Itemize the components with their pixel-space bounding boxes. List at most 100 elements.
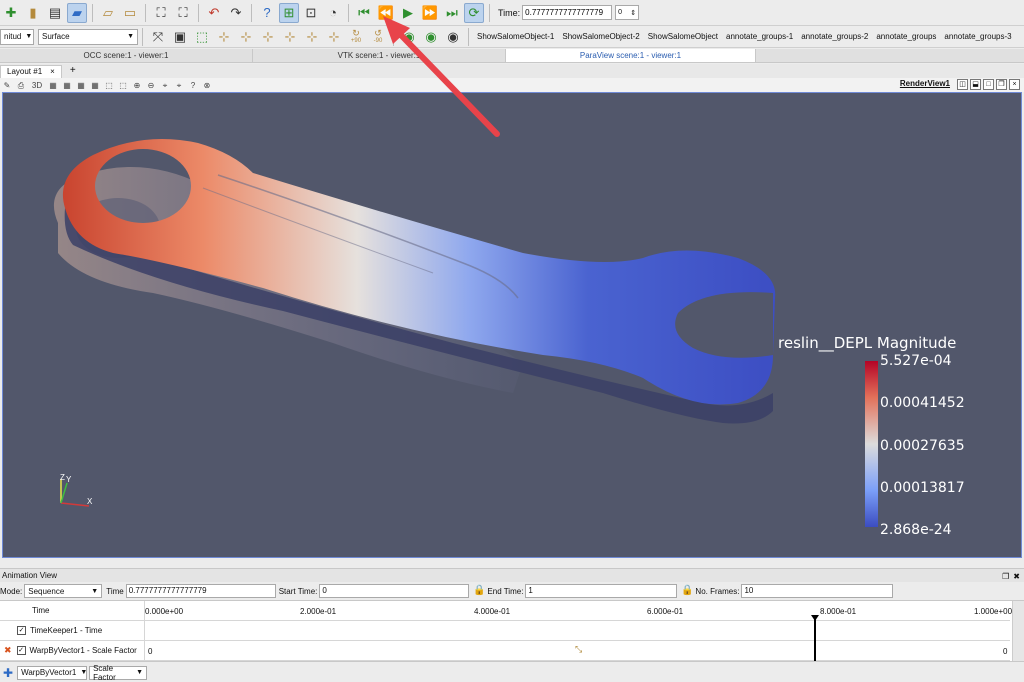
representation-select[interactable]: Surface ▼ [38, 28, 138, 45]
colorbar[interactable] [865, 361, 878, 527]
save-icon[interactable]: ▤ [45, 3, 65, 23]
select-points-icon[interactable]: ▦ [61, 80, 73, 91]
track-source-select[interactable]: WarpByVector1 ▼ [17, 665, 87, 680]
toggle-3d-button[interactable]: 3D [29, 80, 45, 91]
track-row-timekeeper[interactable]: ✓ TimeKeeper1 - Time [0, 621, 1010, 641]
render-viewport[interactable]: reslin__DEPL Magnitude 5.527e-04 0.00041… [2, 92, 1022, 558]
track-row-warp[interactable]: ✖ ✓ WarpByVector1 - Scale Factor 0 ⤡ 0 [0, 641, 1010, 661]
view-plus-z-icon[interactable]: ⊹ [302, 27, 322, 47]
zoom-to-data-icon[interactable]: ▣ [170, 27, 190, 47]
zoom-box-icon[interactable]: ⬚ [192, 27, 212, 47]
track-property-select[interactable]: Scale Factor ▼ [89, 664, 148, 682]
connect-icon[interactable]: ⛶ [151, 3, 171, 23]
new-icon[interactable]: ✚ [1, 3, 21, 23]
track-scrollbar[interactable] [1012, 601, 1024, 661]
chevron-down-icon: ▼ [136, 669, 144, 676]
macro-show-salome-object-1[interactable]: ShowSalomeObject-1 [477, 32, 554, 41]
open-study-icon[interactable]: ▮ [23, 3, 43, 23]
grow-selection-icon[interactable]: ⊕ [131, 80, 143, 91]
hover-cells-icon[interactable]: ⌖ [173, 80, 185, 91]
view-plus-x-icon[interactable]: ⊹ [214, 27, 234, 47]
reset-camera-icon[interactable]: ⤧ [148, 27, 168, 47]
clear-selection-icon[interactable]: ⊗ [201, 80, 213, 91]
rotate-plus-90-icon[interactable]: ↻ +90 [346, 27, 366, 47]
help-icon[interactable]: ? [257, 3, 277, 23]
toolbar-separator [468, 27, 469, 46]
macro-annotate-groups-3[interactable]: annotate_groups-3 [944, 32, 1011, 41]
anim-time-field[interactable]: 0.7777777777777779 [125, 584, 276, 598]
macro-annotate-groups-2[interactable]: annotate_groups-2 [801, 32, 868, 41]
render-view-name[interactable]: RenderView1 [900, 79, 950, 88]
macro-show-salome-object-2[interactable]: ShowSalomeObject-2 [562, 32, 639, 41]
undo-icon[interactable]: ↶ [204, 3, 224, 23]
polygon-select-icon[interactable]: ⬚ [117, 80, 129, 91]
paraview-module-icon[interactable]: ▰ [67, 2, 87, 23]
current-time-cursor[interactable] [814, 617, 817, 661]
rotate-minus-90-icon[interactable]: ↺ -90 [368, 27, 388, 47]
help-icon[interactable]: ? [187, 80, 199, 91]
macro-show-salome-object[interactable]: ShowSalomeObject [648, 32, 718, 41]
open-file-icon[interactable]: ▱ [98, 3, 118, 23]
lock-end-icon[interactable]: 🔒 [681, 585, 693, 597]
first-frame-icon[interactable]: ⏮ [354, 3, 374, 23]
tab-layout-1[interactable]: Layout #1 × [0, 65, 62, 78]
select-frustum-icon[interactable]: ▦ [75, 80, 87, 91]
start-time-field[interactable]: 0 [319, 584, 470, 598]
restore-icon[interactable]: ❐ [996, 79, 1007, 90]
macro-annotate-groups-1[interactable]: annotate_groups-1 [726, 32, 793, 41]
loop-icon[interactable]: ⟳ [464, 2, 484, 23]
add-track-bar: ✚ WarpByVector1 ▼ Scale Factor ▼ [0, 663, 1024, 682]
hover-points-icon[interactable]: ⌖ [159, 80, 171, 91]
interactive-select-icon[interactable]: ⬚ [103, 80, 115, 91]
axes-grid-icon[interactable]: ✎ [1, 80, 13, 91]
macro-3-icon[interactable]: ◉ [443, 27, 463, 47]
add-layout-button[interactable]: + [66, 65, 80, 78]
viewer-tab-bar: OCC scene:1 - viewer:1 VTK scene:1 - vie… [0, 49, 1024, 63]
select-block-icon[interactable]: ▦ [89, 80, 101, 91]
split-vertical-icon[interactable]: ⬓ [970, 79, 981, 90]
view-minus-z-icon[interactable]: ⊹ [324, 27, 344, 47]
next-frame-icon[interactable]: ⏩ [420, 3, 440, 23]
tab-occ-scene[interactable]: OCC scene:1 - viewer:1 [0, 49, 253, 62]
view-minus-x-icon[interactable]: ⊹ [236, 27, 256, 47]
tab-paraview-scene[interactable]: ParaView scene:1 - viewer:1 [506, 49, 756, 62]
macro-2-icon[interactable]: ◉ [421, 27, 441, 47]
macro-1-icon[interactable]: ◉ [399, 27, 419, 47]
maximize-icon[interactable]: □ [983, 79, 994, 90]
time-cursor-marker-icon[interactable] [811, 615, 820, 621]
camera-icon[interactable]: ⎙ [15, 80, 27, 91]
mode-value: Sequence [28, 586, 65, 596]
mode-select[interactable]: Sequence ▼ [24, 584, 103, 598]
add-track-plus-icon[interactable]: ✚ [3, 666, 13, 680]
track-checkbox[interactable]: ✓ [16, 646, 26, 655]
frames-field[interactable]: 10 [741, 584, 894, 598]
disconnect-icon[interactable]: ⛶ [173, 3, 193, 23]
end-time-field[interactable]: 1 [525, 584, 678, 598]
lock-start-icon[interactable]: 🔒 [473, 585, 485, 597]
keyframe-edit-icon[interactable]: ⤡ [575, 644, 582, 655]
shrink-selection-icon[interactable]: ⊖ [145, 80, 157, 91]
track-checkbox[interactable]: ✓ [17, 626, 26, 635]
split-horizontal-icon[interactable]: ◫ [957, 79, 968, 90]
time-index-spinbox[interactable]: 0 ⇕ [615, 5, 640, 20]
tab-vtk-scene[interactable]: VTK scene:1 - viewer:1 [253, 49, 506, 62]
current-time-input[interactable] [522, 5, 613, 20]
color-variable-select[interactable]: nitud ▼ [0, 28, 34, 45]
previous-frame-icon[interactable]: ⏪ [376, 3, 396, 23]
redo-icon[interactable]: ↷ [226, 3, 246, 23]
macro-annotate-groups[interactable]: annotate_groups [876, 32, 936, 41]
rotation-center-icon[interactable]: ◔ [323, 3, 343, 23]
view-plus-y-icon[interactable]: ⊹ [258, 27, 278, 47]
load-state-icon[interactable]: ▭ [120, 3, 140, 23]
reset-center-icon[interactable]: ⊡ [301, 3, 321, 23]
spin-arrows-icon[interactable]: ⇕ [630, 9, 636, 17]
play-icon[interactable]: ▶ [398, 3, 418, 23]
select-cells-icon[interactable]: ▦ [47, 80, 59, 91]
axis-y-label: Y [66, 475, 72, 484]
delete-track-icon[interactable]: ✖ [4, 645, 12, 656]
close-icon[interactable]: × [50, 66, 55, 78]
last-frame-icon[interactable]: ⏭ [442, 3, 462, 23]
close-view-icon[interactable]: × [1009, 79, 1020, 90]
pick-center-icon[interactable]: ⊞ [279, 2, 299, 23]
view-minus-y-icon[interactable]: ⊹ [280, 27, 300, 47]
